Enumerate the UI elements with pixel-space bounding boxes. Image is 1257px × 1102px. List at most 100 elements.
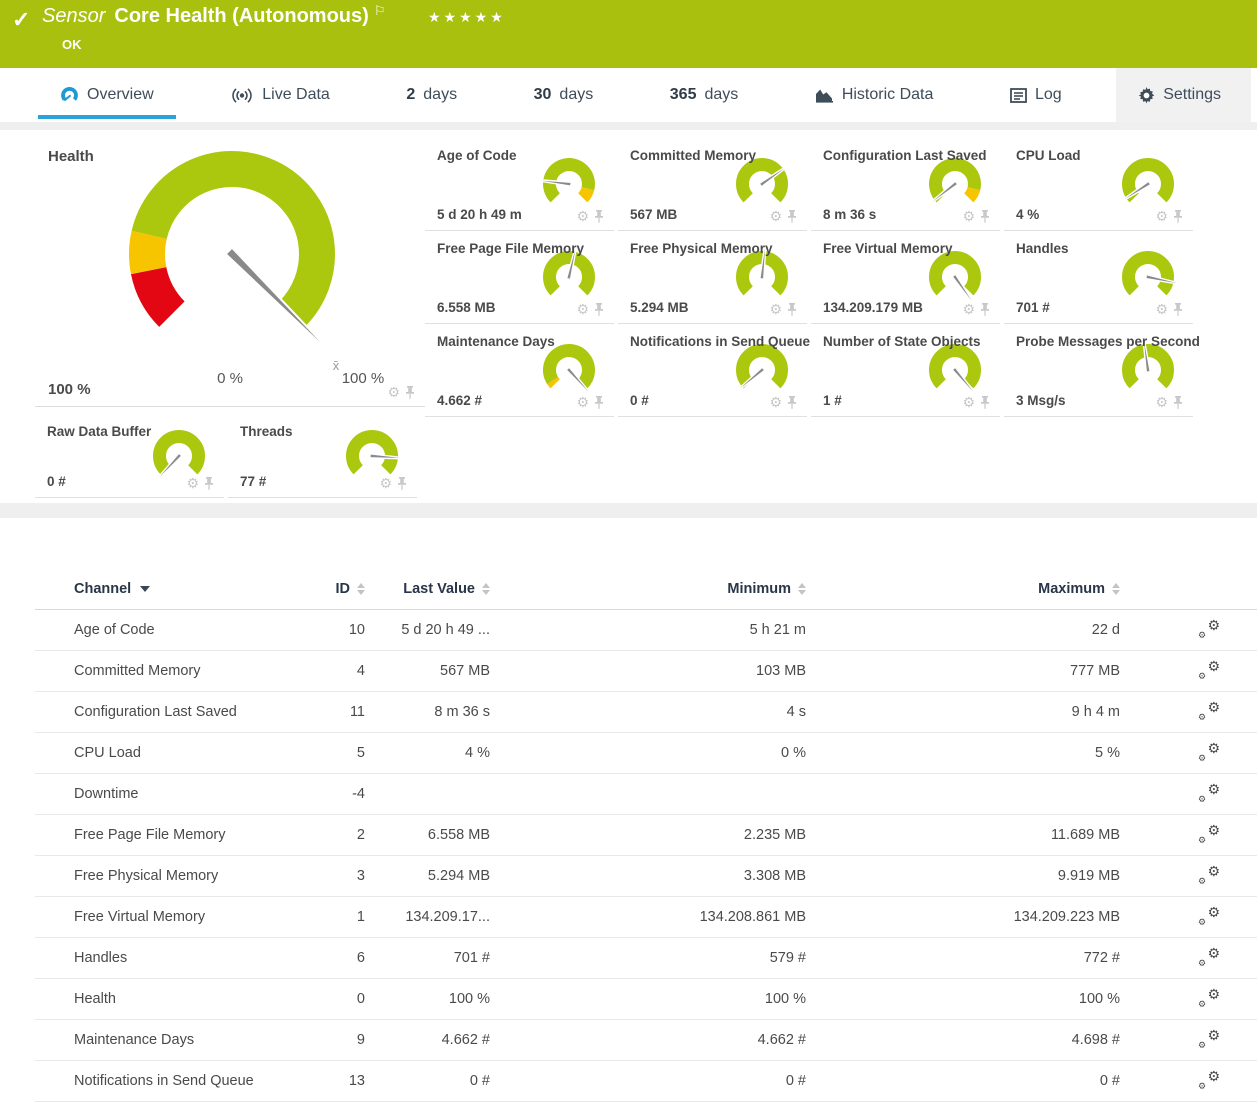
gauge-title: Number of State Objects	[823, 334, 981, 349]
channel-settings-icon[interactable]: ⚙ ⚙	[1198, 866, 1220, 886]
channel-name[interactable]: Free Physical Memory	[74, 868, 330, 884]
pin-icon[interactable]	[787, 210, 797, 224]
gauge-value: 701 #	[1016, 300, 1050, 315]
tab-days[interactable]: 2 days	[384, 68, 479, 122]
channel-last-value: 701 #	[365, 950, 490, 966]
channel-settings-icon[interactable]: ⚙ ⚙	[1198, 702, 1220, 722]
gear-icon[interactable]: ⚙	[379, 477, 392, 491]
channel-id: 0	[330, 991, 365, 1007]
gauge-value: 1 #	[823, 393, 842, 408]
sort-icon	[798, 583, 806, 595]
table-row[interactable]: Free Virtual Memory 1 134.209.17... 134.…	[35, 897, 1257, 938]
column-header-maximum[interactable]: Maximum	[806, 581, 1120, 597]
channel-name[interactable]: Downtime	[74, 786, 330, 802]
table-row[interactable]: Free Page File Memory 2 6.558 MB 2.235 M…	[35, 815, 1257, 856]
pin-icon[interactable]	[204, 477, 214, 491]
gear-icon[interactable]: ⚙	[769, 303, 782, 317]
channel-name[interactable]: Committed Memory	[74, 663, 330, 679]
channel-settings-icon[interactable]: ⚙ ⚙	[1198, 620, 1220, 640]
gear-icon[interactable]: ⚙	[576, 210, 589, 224]
gear-icon[interactable]: ⚙	[1155, 303, 1168, 317]
channel-settings-icon[interactable]: ⚙ ⚙	[1198, 948, 1220, 968]
gear-icon[interactable]: ⚙	[769, 396, 782, 410]
gear-icon[interactable]: ⚙	[576, 396, 589, 410]
column-header-channel[interactable]: Channel	[74, 581, 330, 597]
channel-name[interactable]: Free Virtual Memory	[74, 909, 330, 925]
gear-icon[interactable]: ⚙	[1155, 396, 1168, 410]
column-header-minimum[interactable]: Minimum	[490, 581, 806, 597]
pin-icon[interactable]	[1173, 210, 1183, 224]
pin-icon[interactable]	[787, 396, 797, 410]
pin-icon[interactable]	[594, 210, 604, 224]
gear-icon[interactable]: ⚙	[769, 210, 782, 224]
pin-icon[interactable]	[1173, 396, 1183, 410]
pin-icon[interactable]	[787, 303, 797, 317]
gear-icon[interactable]: ⚙	[186, 477, 199, 491]
table-row[interactable]: Downtime -4 ⚙ ⚙	[35, 774, 1257, 815]
gauge	[1115, 247, 1181, 311]
channel-name[interactable]: Notifications in Send Queue	[74, 1073, 330, 1089]
channel-settings-icon[interactable]: ⚙ ⚙	[1198, 1030, 1220, 1050]
priority-stars[interactable]: ★★★★★	[428, 9, 506, 26]
pin-icon[interactable]	[980, 210, 990, 224]
channel-name[interactable]: Configuration Last Saved	[74, 704, 330, 720]
table-row[interactable]: Notifications in Send Queue 13 0 # 0 # 0…	[35, 1061, 1257, 1102]
channel-id: -4	[330, 786, 365, 802]
table-row[interactable]: Configuration Last Saved 11 8 m 36 s 4 s…	[35, 692, 1257, 733]
gauge-title: Notifications in Send Queue	[630, 334, 810, 349]
channel-settings-icon[interactable]: ⚙ ⚙	[1198, 784, 1220, 804]
channel-name[interactable]: CPU Load	[74, 745, 330, 761]
channel-name[interactable]: Handles	[74, 950, 330, 966]
channel-name[interactable]: Free Page File Memory	[74, 827, 330, 843]
channels-table: Channel ID Last Value Minimum Maximum Ag…	[35, 518, 1257, 1102]
gear-icon[interactable]: ⚙	[962, 396, 975, 410]
channel-name[interactable]: Age of Code	[74, 622, 330, 638]
pin-icon[interactable]	[980, 303, 990, 317]
pin-icon[interactable]	[397, 477, 407, 491]
gear-icon[interactable]: ⚙	[576, 303, 589, 317]
tab-settings[interactable]: Settings	[1116, 68, 1251, 122]
priority-flag-icon[interactable]: ⚐	[374, 3, 386, 19]
gear-icon[interactable]: ⚙	[1155, 210, 1168, 224]
pin-icon[interactable]	[594, 303, 604, 317]
channel-settings-icon[interactable]: ⚙ ⚙	[1198, 1071, 1220, 1091]
table-row[interactable]: Free Physical Memory 3 5.294 MB 3.308 MB…	[35, 856, 1257, 897]
channel-settings-icon[interactable]: ⚙ ⚙	[1198, 989, 1220, 1009]
tab-live-data[interactable]: Live Data	[208, 68, 352, 122]
channel-id: 10	[330, 622, 365, 638]
tab-overview[interactable]: Overview	[38, 68, 176, 122]
channel-name[interactable]: Health	[74, 991, 330, 1007]
gear-icon[interactable]: ⚙	[962, 303, 975, 317]
channel-settings-icon[interactable]: ⚙ ⚙	[1198, 825, 1220, 845]
gauge	[922, 154, 988, 218]
table-row[interactable]: Handles 6 701 # 579 # 772 # ⚙ ⚙	[35, 938, 1257, 979]
pin-icon[interactable]	[1173, 303, 1183, 317]
channel-name[interactable]: Maintenance Days	[74, 1032, 330, 1048]
sensor-header: ✓ Sensor Core Health (Autonomous) ⚐ ★★★★…	[0, 0, 1257, 68]
table-row[interactable]: CPU Load 5 4 % 0 % 5 % ⚙ ⚙	[35, 733, 1257, 774]
column-header-last-value[interactable]: Last Value	[365, 581, 490, 597]
tab-log[interactable]: Log	[988, 68, 1084, 122]
pin-icon[interactable]	[980, 396, 990, 410]
table-row[interactable]: Health 0 100 % 100 % 100 % ⚙ ⚙	[35, 979, 1257, 1020]
channel-settings-icon[interactable]: ⚙ ⚙	[1198, 743, 1220, 763]
table-row[interactable]: Maintenance Days 9 4.662 # 4.662 # 4.698…	[35, 1020, 1257, 1061]
pin-icon[interactable]	[594, 396, 604, 410]
tab-days[interactable]: 30 days	[512, 68, 616, 122]
sort-desc-icon	[140, 586, 150, 592]
table-row[interactable]: Age of Code 10 5 d 20 h 49 ... 5 h 21 m …	[35, 610, 1257, 651]
gauge	[1115, 154, 1181, 218]
channel-last-value: 567 MB	[365, 663, 490, 679]
table-row[interactable]: Committed Memory 4 567 MB 103 MB 777 MB …	[35, 651, 1257, 692]
channel-maximum: 11.689 MB	[806, 827, 1120, 843]
gear-icon[interactable]: ⚙	[962, 210, 975, 224]
gear-icon[interactable]: ⚙	[387, 386, 400, 400]
tab-historic-data[interactable]: Historic Data	[793, 68, 956, 122]
column-header-id[interactable]: ID	[330, 581, 365, 597]
pin-icon[interactable]	[405, 386, 415, 400]
channel-settings-icon[interactable]: ⚙ ⚙	[1198, 661, 1220, 681]
tab-days[interactable]: 365 days	[648, 68, 761, 122]
gauge	[536, 340, 602, 404]
channel-settings-icon[interactable]: ⚙ ⚙	[1198, 907, 1220, 927]
tab-label: days	[559, 86, 593, 104]
